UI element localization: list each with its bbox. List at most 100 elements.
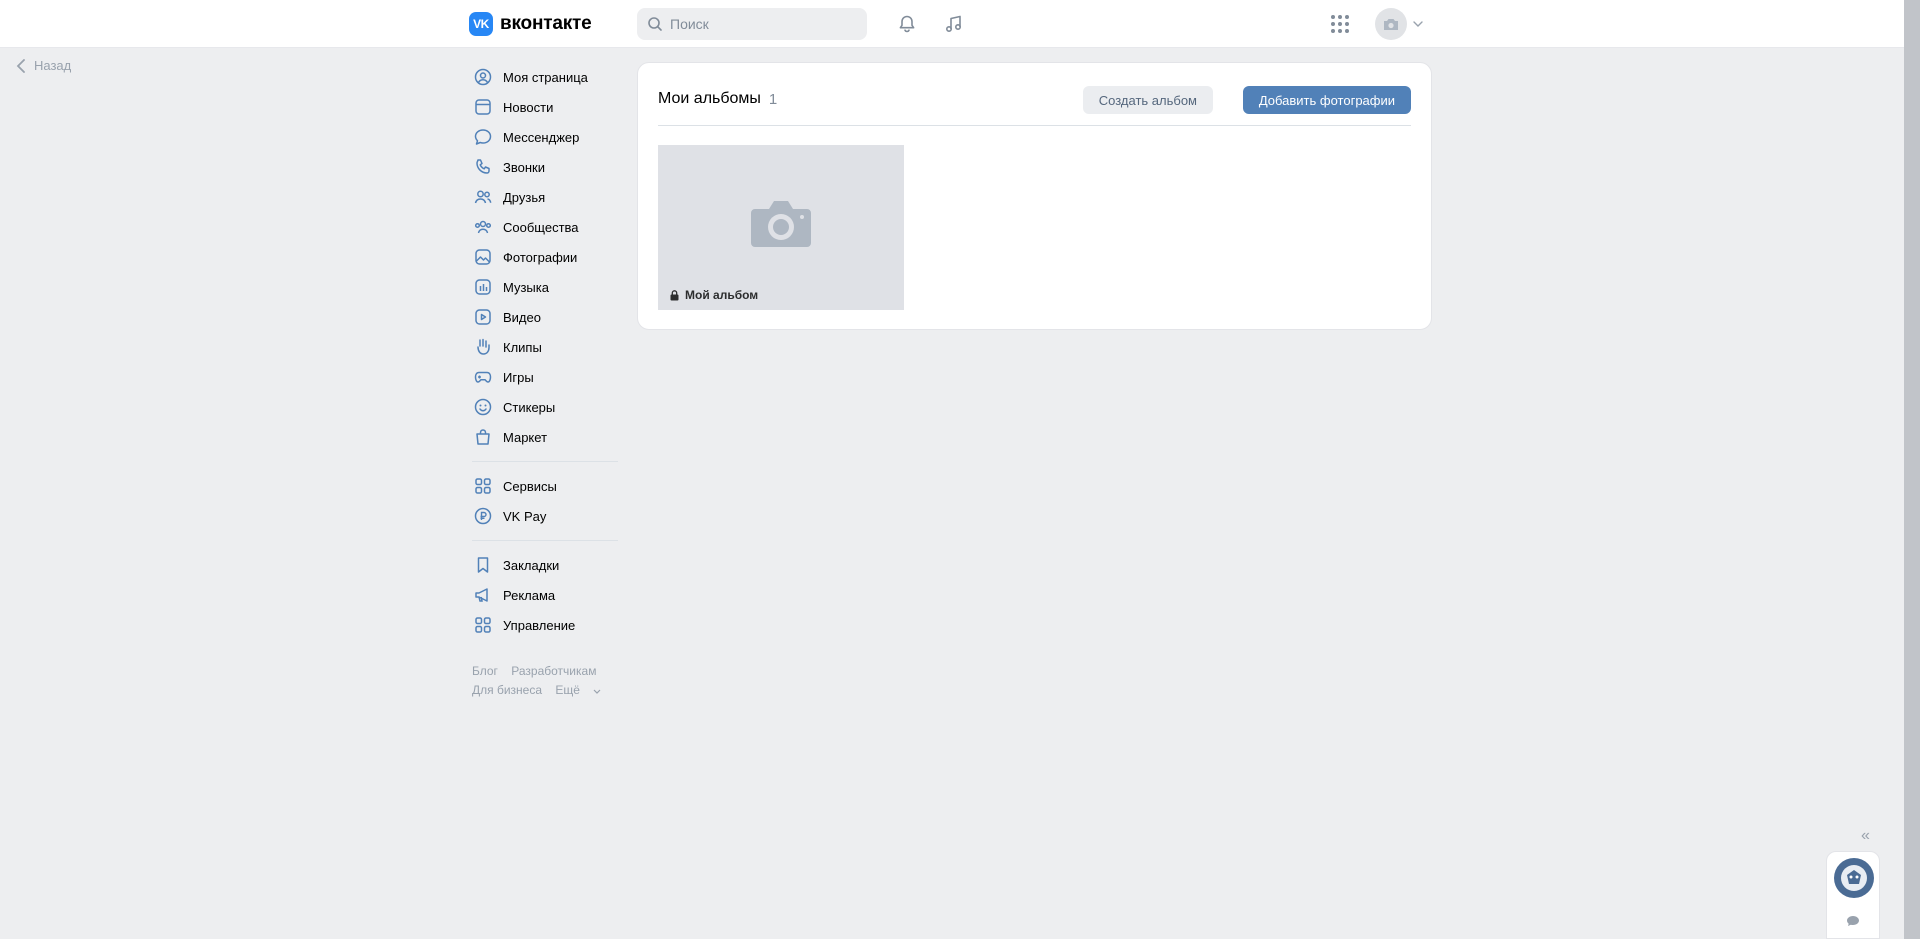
sidebar-item-label: Мессенджер [503,129,580,145]
sidebar-divider [472,461,618,462]
lock-icon [670,289,679,300]
chevron-left-icon [16,58,25,73]
news-icon [475,99,491,115]
music-button[interactable] [942,12,966,36]
sidebar-item-label: Новости [503,99,554,115]
communities-icon [474,220,492,234]
footer-link-business[interactable]: Для бизнеса [472,683,542,697]
gamepad-icon [474,371,492,383]
albums-title: Мои альбомы [658,90,761,107]
footer-link-developers[interactable]: Разработчикам [511,664,596,678]
sidebar-item-label: Звонки [503,159,545,175]
apps-button[interactable] [1328,12,1352,36]
vk-logo-text: вконтакте [500,13,592,34]
back-link[interactable]: Назад [16,58,71,73]
footer-link-blog[interactable]: Блог [472,664,498,678]
search-icon [648,17,662,31]
chevron-down-icon [593,689,601,694]
sidebar-item-messenger[interactable]: Мессенджер [469,122,621,152]
notifications-button[interactable] [895,12,919,36]
sidebar-item-communities[interactable]: Сообщества [469,212,621,242]
create-album-button[interactable]: Создать альбом [1082,86,1213,114]
sidebar-item-label: Стикеры [503,399,556,415]
sidebar-item-bookmarks[interactable]: Закладки [469,550,621,580]
music-square-icon [475,279,491,295]
music-icon [945,15,962,33]
search-box[interactable] [637,8,867,40]
sidebar-item-label: Закладки [503,557,560,573]
clips-icon [477,338,490,355]
sidebar-divider [472,540,618,541]
sidebar-item-label: VK Pay [503,508,547,524]
services-icon [475,478,491,494]
sidebar-item-label: Сервисы [503,478,557,494]
sidebar-item-ads[interactable]: Реклама [469,580,621,610]
sidebar-item-label: Игры [503,369,534,385]
video-icon [475,309,491,325]
sidebar-item-label: Музыка [503,279,549,295]
camera-icon [1384,19,1398,30]
vkpay-icon [474,507,492,525]
add-photos-button[interactable]: Добавить фотографии [1242,86,1411,114]
bag-icon [476,429,490,445]
sidebar-item-stickers[interactable]: Стикеры [469,392,621,422]
sidebar-footer: Блог Разработчикам Для бизнеса Ещё [469,662,621,700]
sidebar-item-market[interactable]: Маркет [469,422,621,452]
photo-icon [475,249,491,265]
sidebar-item-friends[interactable]: Друзья [469,182,621,212]
smile-icon [474,398,492,416]
card-divider [658,125,1411,126]
sidebar-item-manage[interactable]: Управление [469,610,621,640]
widget-chat-button[interactable] [1846,914,1860,932]
bookmark-icon [477,557,489,573]
sidebar-item-label: Реклама [503,587,556,603]
footer-more-label: Ещё [555,683,580,697]
collapse-widget-button[interactable]: « [1861,827,1870,845]
sidebar-item-label: Клипы [503,339,542,355]
sidebar-item-label: Маркет [503,429,548,445]
album-label: Мой альбом [670,288,758,302]
widget-avatar[interactable] [1834,858,1874,898]
manage-icon [475,617,491,633]
album-tile[interactable]: Мой альбом [658,145,904,310]
profile-menu[interactable] [1375,8,1423,40]
back-label: Назад [34,58,72,73]
albums-count: 1 [768,90,778,108]
sidebar-item-games[interactable]: Игры [469,362,621,392]
vk-logo[interactable]: VK вконтакте [469,12,592,36]
avatar [1375,8,1407,40]
chat-widget [1826,851,1880,939]
sidebar-item-label: Моя страница [503,69,588,85]
sidebar-item-label: Фотографии [503,249,578,265]
user-circle-icon [474,68,492,86]
sidebar-item-news[interactable]: Новости [469,92,621,122]
sidebar-item-label: Управление [503,617,576,633]
sidebar-item-calls[interactable]: Звонки [469,152,621,182]
sidebar-item-label: Друзья [503,189,546,205]
message-icon [474,129,492,145]
sidebar-item-clips[interactable]: Клипы [469,332,621,362]
top-header: VK вконтакте [0,0,1904,48]
chevron-down-icon [1413,21,1423,27]
sidebar-item-vkpay[interactable]: VK Pay [469,501,621,531]
sidebar-item-label: Сообщества [503,219,579,235]
albums-card: Мои альбомы 1 Создать альбом Добавить фо… [637,62,1432,330]
phone-icon [476,159,490,174]
page-scrollbar[interactable] [1904,0,1920,939]
friends-icon [474,190,492,204]
camera-icon [751,201,811,247]
footer-link-more[interactable]: Ещё [555,683,601,697]
search-input[interactable] [670,16,850,32]
albums-header: Мои альбомы 1 Создать альбом Добавить фо… [658,83,1411,115]
sidebar-item-label: Видео [503,309,541,325]
sidebar-item-photos[interactable]: Фотографии [469,242,621,272]
sidebar-item-music[interactable]: Музыка [469,272,621,302]
left-sidebar: Моя страница Новости Мессенджер Звонки Д… [469,62,621,700]
sidebar-item-video[interactable]: Видео [469,302,621,332]
chat-bubble-icon [1847,916,1859,926]
sidebar-item-my-page[interactable]: Моя страница [469,62,621,92]
bell-icon [899,15,915,33]
sidebar-item-services[interactable]: Сервисы [469,471,621,501]
bot-icon [1841,865,1867,891]
vk-logo-mark: VK [469,12,493,36]
